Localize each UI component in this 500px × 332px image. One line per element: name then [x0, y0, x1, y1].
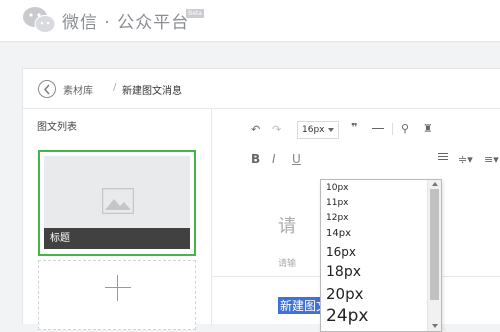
breadcrumb-current: 新建图文消息: [122, 86, 182, 97]
horizontal-rule-icon[interactable]: [372, 128, 384, 129]
bold-button[interactable]: B: [251, 152, 260, 166]
top-bar: 微信 · 公众平台 Beta: [0, 0, 500, 42]
italic-button[interactable]: I: [272, 152, 276, 166]
font-size-option[interactable]: 10px: [326, 183, 349, 193]
main-panel: 素材库 / 新建图文消息 图文列表 标题 ↶ ↷ 16px ❞ ⚲ ♜ B I …: [22, 68, 500, 332]
article-list-title: 图文列表: [37, 122, 77, 133]
scroll-up-icon[interactable]: [432, 182, 438, 186]
dropdown-scrollbar[interactable]: [427, 180, 441, 331]
chevron-left-icon: [44, 84, 50, 95]
wechat-logo-icon: [23, 7, 56, 33]
beta-badge: Beta: [186, 9, 204, 18]
breadcrumb-library-link[interactable]: 素材库: [63, 82, 93, 97]
scroll-down-icon[interactable]: [432, 324, 438, 328]
font-size-option[interactable]: 24px: [326, 306, 368, 326]
app-title: 微信 · 公众平台: [62, 13, 190, 33]
add-article-button[interactable]: [38, 260, 196, 330]
breadcrumb-separator: /: [113, 82, 117, 93]
redo-icon[interactable]: ↷: [272, 123, 281, 136]
back-button[interactable]: [38, 80, 56, 98]
image-placeholder-icon: [102, 188, 134, 214]
title-input[interactable]: 请: [278, 212, 296, 238]
blockquote-icon[interactable]: ❞: [351, 121, 357, 134]
line-spacing-icon[interactable]: ≡▾: [484, 153, 499, 166]
breadcrumb: 素材库 / 新建图文消息: [23, 69, 500, 109]
font-size-select[interactable]: 16px: [297, 121, 339, 139]
article-card-selected[interactable]: 标题: [38, 150, 196, 256]
format-brush-icon[interactable]: ♜: [423, 122, 433, 135]
font-size-value: 16px: [302, 125, 325, 135]
font-size-option[interactable]: 16px: [326, 245, 356, 259]
toolbar-divider: [392, 123, 393, 135]
scrollbar-thumb[interactable]: [430, 189, 439, 300]
indent-icon[interactable]: ≑▾: [458, 153, 473, 166]
editor-area: ↶ ↷ 16px ❞ ⚲ ♜ B I U ≑▾ ≡▾ 请 请输 新建图文 10p…: [212, 109, 500, 332]
author-input[interactable]: 请输: [278, 256, 296, 269]
font-size-option[interactable]: 20px: [326, 285, 364, 303]
article-card-title: 标题: [44, 228, 190, 249]
font-size-option[interactable]: 11px: [326, 198, 349, 208]
undo-icon[interactable]: ↶: [251, 123, 260, 136]
plus-icon: [117, 275, 118, 301]
caret-down-icon: [328, 128, 334, 132]
font-size-option[interactable]: 12px: [326, 213, 349, 223]
font-size-option[interactable]: 18px: [326, 264, 361, 280]
font-size-dropdown: 10px 11px 12px 14px 16px 18px 20px 24px: [320, 179, 442, 332]
underline-button[interactable]: U: [292, 152, 301, 166]
justify-icon[interactable]: [438, 153, 448, 162]
attachment-icon[interactable]: ⚲: [401, 122, 409, 135]
font-size-option[interactable]: 14px: [326, 228, 351, 239]
